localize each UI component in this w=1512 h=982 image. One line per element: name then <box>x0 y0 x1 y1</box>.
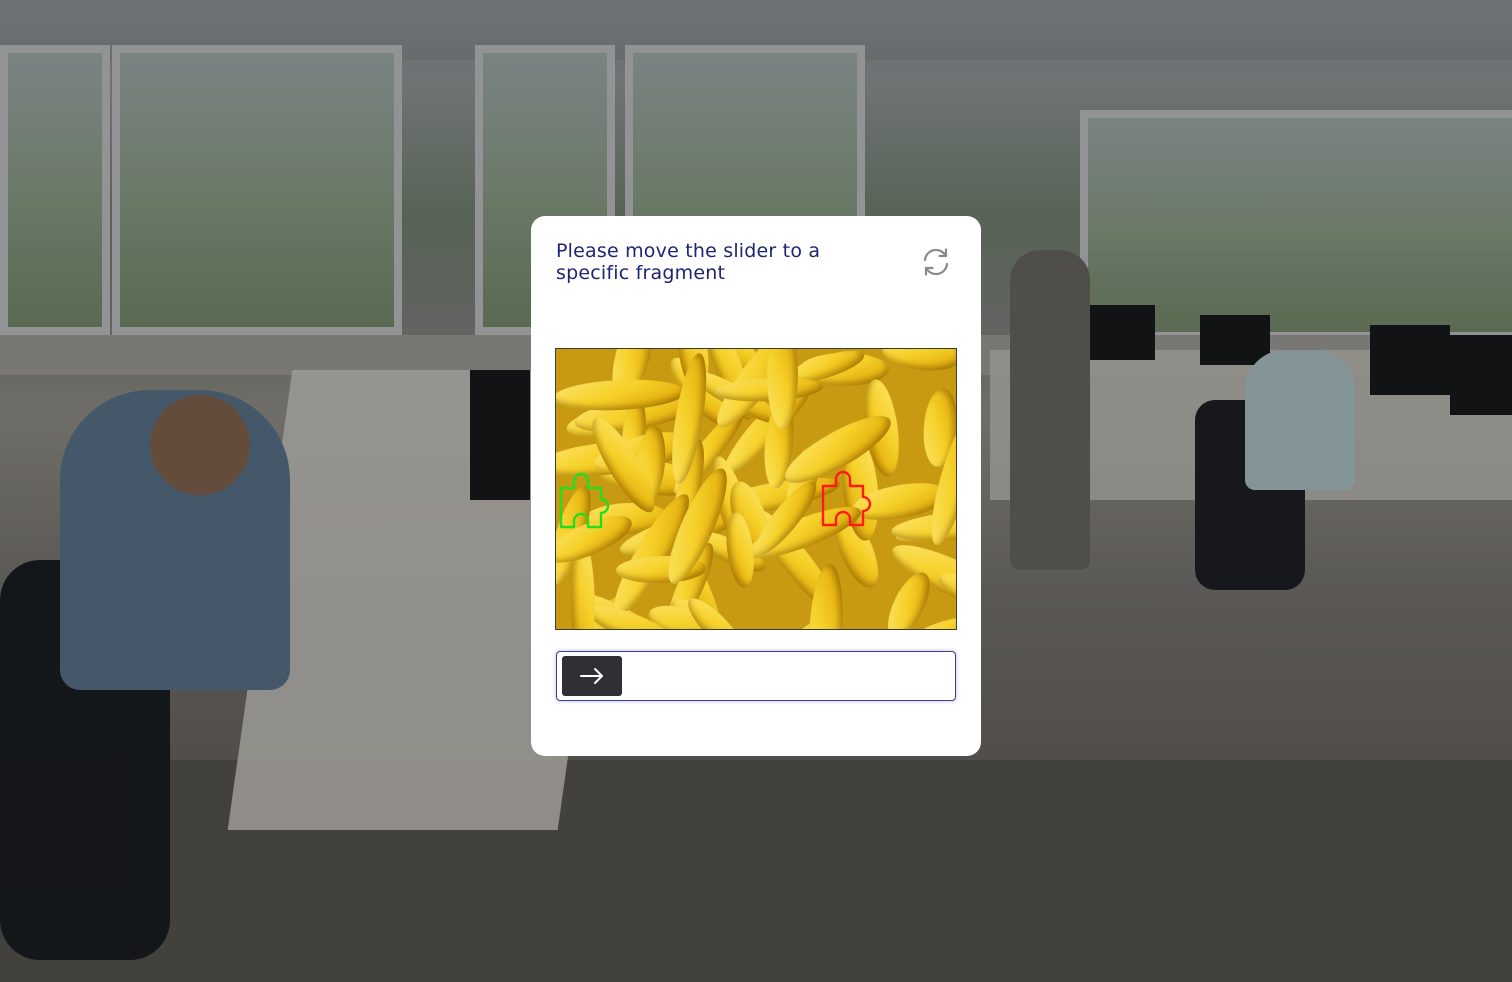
captcha-image <box>555 348 957 630</box>
refresh-button[interactable] <box>918 244 954 280</box>
slider-track[interactable] <box>556 651 956 701</box>
draggable-puzzle-piece[interactable] <box>558 461 628 531</box>
slider-handle[interactable] <box>562 656 622 696</box>
slider-captcha-dialog: Please move the slider to a specific fra… <box>531 216 981 756</box>
refresh-icon <box>923 248 949 276</box>
captcha-title: Please move the slider to a specific fra… <box>556 240 821 284</box>
target-puzzle-slot <box>821 470 872 527</box>
banana-texture <box>880 349 956 375</box>
arrow-right-icon <box>580 668 603 684</box>
